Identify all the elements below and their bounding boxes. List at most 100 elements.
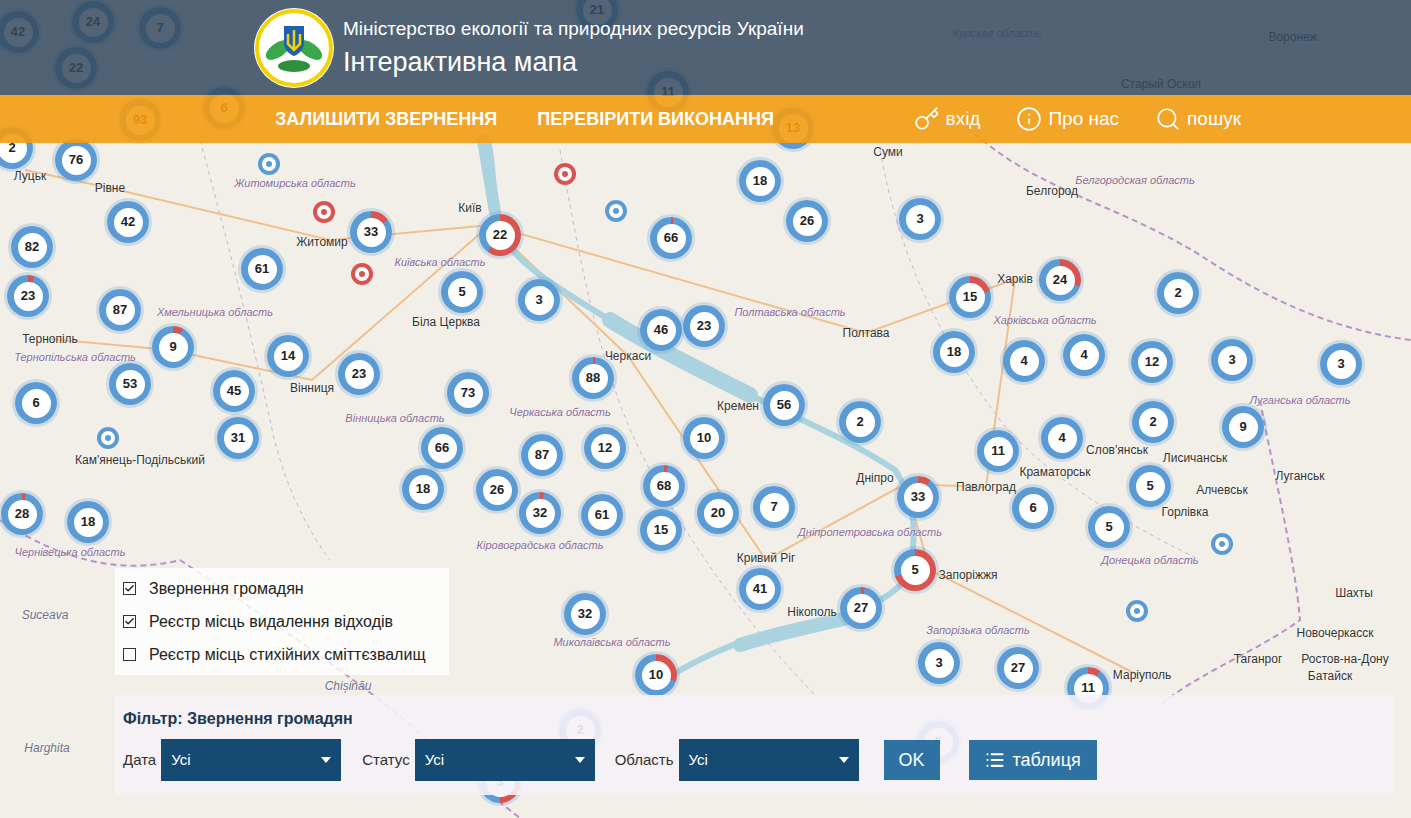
key-icon xyxy=(914,106,940,132)
cluster-marker[interactable]: 26 xyxy=(786,200,828,242)
cluster-marker[interactable]: 87 xyxy=(521,434,563,476)
cluster-marker[interactable]: 9 xyxy=(1222,406,1264,448)
cluster-marker[interactable]: 3 xyxy=(1320,343,1362,385)
point-marker[interactable] xyxy=(1126,600,1148,622)
layer-checkbox[interactable] xyxy=(123,615,136,628)
cluster-marker[interactable]: 18 xyxy=(67,501,109,543)
cluster-marker[interactable]: 11 xyxy=(977,430,1019,472)
map-label: Дніпропетровська область xyxy=(798,525,942,539)
cluster-marker[interactable]: 5 xyxy=(1088,506,1130,548)
cluster-marker[interactable]: 32 xyxy=(564,593,606,635)
cluster-marker[interactable]: 20 xyxy=(697,492,739,534)
cluster-marker[interactable]: 23 xyxy=(683,305,725,347)
cluster-marker[interactable]: 41 xyxy=(739,568,781,610)
cluster-marker[interactable]: 66 xyxy=(650,217,692,259)
cluster-marker[interactable]: 9 xyxy=(152,326,194,368)
cluster-marker[interactable]: 2 xyxy=(1132,401,1174,443)
cluster-marker[interactable]: 5 xyxy=(441,271,483,313)
cluster-marker[interactable]: 61 xyxy=(581,494,623,536)
cluster-marker[interactable]: 6 xyxy=(15,382,57,424)
nav-link[interactable]: ЗАЛИШИТИ ЗВЕРНЕННЯ xyxy=(275,106,497,133)
cluster-marker[interactable]: 23 xyxy=(7,275,49,317)
cluster-marker[interactable]: 27 xyxy=(997,647,1039,689)
nav-link[interactable]: ПЕРЕВІРИТИ ВИКОНАННЯ xyxy=(537,106,774,133)
layer-row[interactable]: Звернення громадян xyxy=(123,572,441,605)
map-label: Harghita xyxy=(24,741,69,755)
cluster-marker[interactable]: 18 xyxy=(933,331,975,373)
cluster-marker[interactable]: 76 xyxy=(55,139,97,181)
point-marker[interactable] xyxy=(97,427,119,449)
cluster-marker[interactable]: 18 xyxy=(402,468,444,510)
point-marker[interactable] xyxy=(313,201,335,223)
layer-checkbox[interactable] xyxy=(123,582,136,595)
nav-action[interactable]: вхід xyxy=(914,105,981,134)
map-label: Луцьк xyxy=(14,169,46,183)
cluster-marker[interactable]: 2 xyxy=(839,401,881,443)
nav-action[interactable]: Про нас xyxy=(1016,105,1119,134)
point-marker[interactable] xyxy=(258,153,280,175)
cluster-marker[interactable]: 33 xyxy=(897,476,939,518)
cluster-marker[interactable]: 10 xyxy=(635,654,677,696)
map-label: Кам'янець-Подільський xyxy=(75,453,205,467)
cluster-marker[interactable]: 3 xyxy=(1211,339,1253,381)
map-label: Полтавська область xyxy=(734,305,845,319)
cluster-marker[interactable]: 12 xyxy=(584,427,626,469)
cluster-marker[interactable]: 4 xyxy=(1003,340,1045,382)
cluster-marker[interactable]: 4 xyxy=(1041,417,1083,459)
layer-row[interactable]: Реєстр місць видалення відходів xyxy=(123,605,441,638)
cluster-marker[interactable]: 28 xyxy=(1,493,43,535)
map-label: Київська область xyxy=(394,255,485,269)
cluster-marker[interactable]: 22 xyxy=(479,214,521,256)
cluster-marker[interactable]: 73 xyxy=(447,372,489,414)
cluster-marker[interactable]: 56 xyxy=(763,384,805,426)
cluster-marker[interactable]: 3 xyxy=(918,642,960,684)
app-title: Інтерактивна мапа xyxy=(343,45,804,79)
filter-select[interactable]: Усі xyxy=(679,739,859,781)
cluster-marker[interactable]: 4 xyxy=(1063,334,1105,376)
cluster-marker[interactable]: 33 xyxy=(350,211,392,253)
cluster-marker[interactable]: 66 xyxy=(421,427,463,469)
cluster-marker[interactable]: 87 xyxy=(99,289,141,331)
cluster-marker[interactable]: 5 xyxy=(894,549,936,591)
cluster-marker[interactable]: 15 xyxy=(949,276,991,318)
app: Курская областьВоронежСтарый ОсколЛуцькР… xyxy=(0,0,1411,818)
cluster-marker[interactable]: 14 xyxy=(267,335,309,377)
point-marker[interactable] xyxy=(554,163,576,185)
cluster-marker[interactable]: 10 xyxy=(683,417,725,459)
cluster-marker[interactable]: 88 xyxy=(572,357,614,399)
filter-select[interactable]: Усі xyxy=(161,739,341,781)
point-marker[interactable] xyxy=(605,200,627,222)
cluster-marker[interactable]: 5 xyxy=(1129,465,1171,507)
cluster-marker[interactable]: 53 xyxy=(109,363,151,405)
cluster-marker[interactable]: 24 xyxy=(1039,259,1081,301)
cluster-marker[interactable]: 31 xyxy=(217,417,259,459)
table-button[interactable]: таблиця xyxy=(969,740,1097,780)
cluster-marker[interactable]: 45 xyxy=(213,370,255,412)
cluster-marker[interactable]: 18 xyxy=(739,160,781,202)
cluster-marker[interactable]: 3 xyxy=(518,279,560,321)
map-label: Луганська область xyxy=(1250,393,1351,407)
cluster-marker[interactable]: 46 xyxy=(640,309,682,351)
point-marker[interactable] xyxy=(1211,533,1233,555)
cluster-marker[interactable]: 26 xyxy=(476,469,518,511)
cluster-marker[interactable]: 42 xyxy=(107,201,149,243)
cluster-marker[interactable]: 3 xyxy=(899,198,941,240)
cluster-marker[interactable]: 68 xyxy=(643,465,685,507)
cluster-marker[interactable]: 6 xyxy=(1012,487,1054,529)
cluster-marker[interactable]: 15 xyxy=(640,509,682,551)
cluster-marker[interactable]: 7 xyxy=(753,486,795,528)
ok-button[interactable]: OK xyxy=(884,740,940,780)
cluster-marker[interactable]: 23 xyxy=(338,353,380,395)
point-marker[interactable] xyxy=(351,263,373,285)
layer-checkbox[interactable] xyxy=(123,648,136,661)
cluster-marker[interactable]: 82 xyxy=(11,226,53,268)
filter-select[interactable]: Усі xyxy=(415,739,595,781)
cluster-marker[interactable]: 27 xyxy=(840,587,882,629)
cluster-marker[interactable]: 2 xyxy=(1157,272,1199,314)
layer-row[interactable]: Реєстр місць стихійних сміттєзвалищ xyxy=(123,638,441,671)
cluster-marker[interactable]: 12 xyxy=(1131,341,1173,383)
map-label: Вінницька область xyxy=(345,411,444,425)
cluster-marker[interactable]: 61 xyxy=(241,248,283,290)
nav-action[interactable]: пошук xyxy=(1155,105,1241,134)
cluster-marker[interactable]: 32 xyxy=(519,492,561,534)
